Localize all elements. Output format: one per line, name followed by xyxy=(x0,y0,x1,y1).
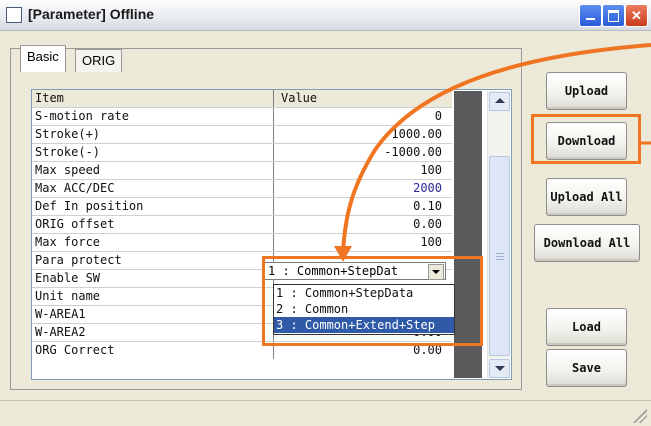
scroll-down-icon[interactable] xyxy=(489,359,510,378)
grip-icon xyxy=(496,253,504,254)
row-item-label: ORIG offset xyxy=(35,216,274,233)
table-row[interactable]: S-motion rate 0 xyxy=(32,108,452,125)
load-button[interactable]: Load xyxy=(546,308,627,346)
row-item-label: Unit name xyxy=(35,288,274,305)
row-value[interactable]: 100 xyxy=(277,234,442,251)
download-all-button[interactable]: Download All xyxy=(534,224,640,262)
maximize-button[interactable] xyxy=(602,4,625,27)
row-item-label: S-motion rate xyxy=(35,108,274,125)
row-item-label: W-AREA2 xyxy=(35,324,274,341)
table-row[interactable]: Max speed 100 xyxy=(32,162,452,179)
table-row[interactable]: Max ACC/DEC 2000 xyxy=(32,180,452,197)
row-item-label: Stroke(-) xyxy=(35,144,274,161)
upload-all-button[interactable]: Upload All xyxy=(546,178,627,216)
status-bar xyxy=(0,400,651,426)
maximize-icon xyxy=(608,10,619,22)
grip-line xyxy=(496,256,504,257)
close-button[interactable]: ✕ xyxy=(625,4,648,27)
row-value[interactable]: 0.00 xyxy=(277,216,442,233)
scroll-thumb[interactable] xyxy=(489,156,510,356)
grid-header: Item Value xyxy=(32,90,452,107)
parameter-window: [Parameter] Offline ✕ Basic ORIG Item Va… xyxy=(0,0,651,426)
close-icon: ✕ xyxy=(631,8,642,23)
title-bar[interactable]: [Parameter] Offline ✕ xyxy=(0,0,651,31)
window-title: [Parameter] Offline xyxy=(28,6,155,22)
minimize-button[interactable] xyxy=(579,4,602,27)
row-item-label: Stroke(+) xyxy=(35,126,274,143)
grip-line xyxy=(496,259,504,260)
tab-basic[interactable]: Basic xyxy=(20,45,66,72)
row-item-label: Enable SW xyxy=(35,270,274,287)
minimize-icon xyxy=(586,18,595,20)
row-value[interactable]: -1000.00 xyxy=(277,144,442,161)
table-row[interactable]: Stroke(+) 1000.00 xyxy=(32,126,452,143)
download-highlight xyxy=(531,114,641,164)
row-item-label: Max speed xyxy=(35,162,274,179)
table-row[interactable]: Def In position 0.10 xyxy=(32,198,452,215)
row-item-label: Def In position xyxy=(35,198,274,215)
window-icon xyxy=(6,7,22,23)
save-button[interactable]: Save xyxy=(546,349,627,387)
table-row[interactable]: Max force 100 xyxy=(32,234,452,251)
row-value[interactable]: 0 xyxy=(277,108,442,125)
row-value[interactable]: 0.10 xyxy=(277,198,442,215)
row-value[interactable]: 2000 xyxy=(277,180,442,197)
scroll-up-icon[interactable] xyxy=(489,92,510,111)
column-header-item: Item xyxy=(35,90,274,107)
combo-highlight xyxy=(262,256,483,346)
resize-grip-icon[interactable] xyxy=(633,409,647,423)
row-item-label: Max force xyxy=(35,234,274,251)
tab-orig[interactable]: ORIG xyxy=(75,49,123,72)
column-header-value: Value xyxy=(281,91,318,105)
row-item-label: ORG Correct xyxy=(35,342,274,359)
row-item-label: Para protect xyxy=(35,252,274,269)
row-value[interactable]: 100 xyxy=(277,162,442,179)
row-item-label: Max ACC/DEC xyxy=(35,180,274,197)
upload-button[interactable]: Upload xyxy=(546,72,627,110)
row-item-label: W-AREA1 xyxy=(35,306,274,323)
table-row[interactable]: ORIG offset 0.00 xyxy=(32,216,452,233)
table-row[interactable]: Stroke(-) -1000.00 xyxy=(32,144,452,161)
row-value[interactable]: 1000.00 xyxy=(277,126,442,143)
vertical-scrollbar[interactable] xyxy=(487,91,510,378)
